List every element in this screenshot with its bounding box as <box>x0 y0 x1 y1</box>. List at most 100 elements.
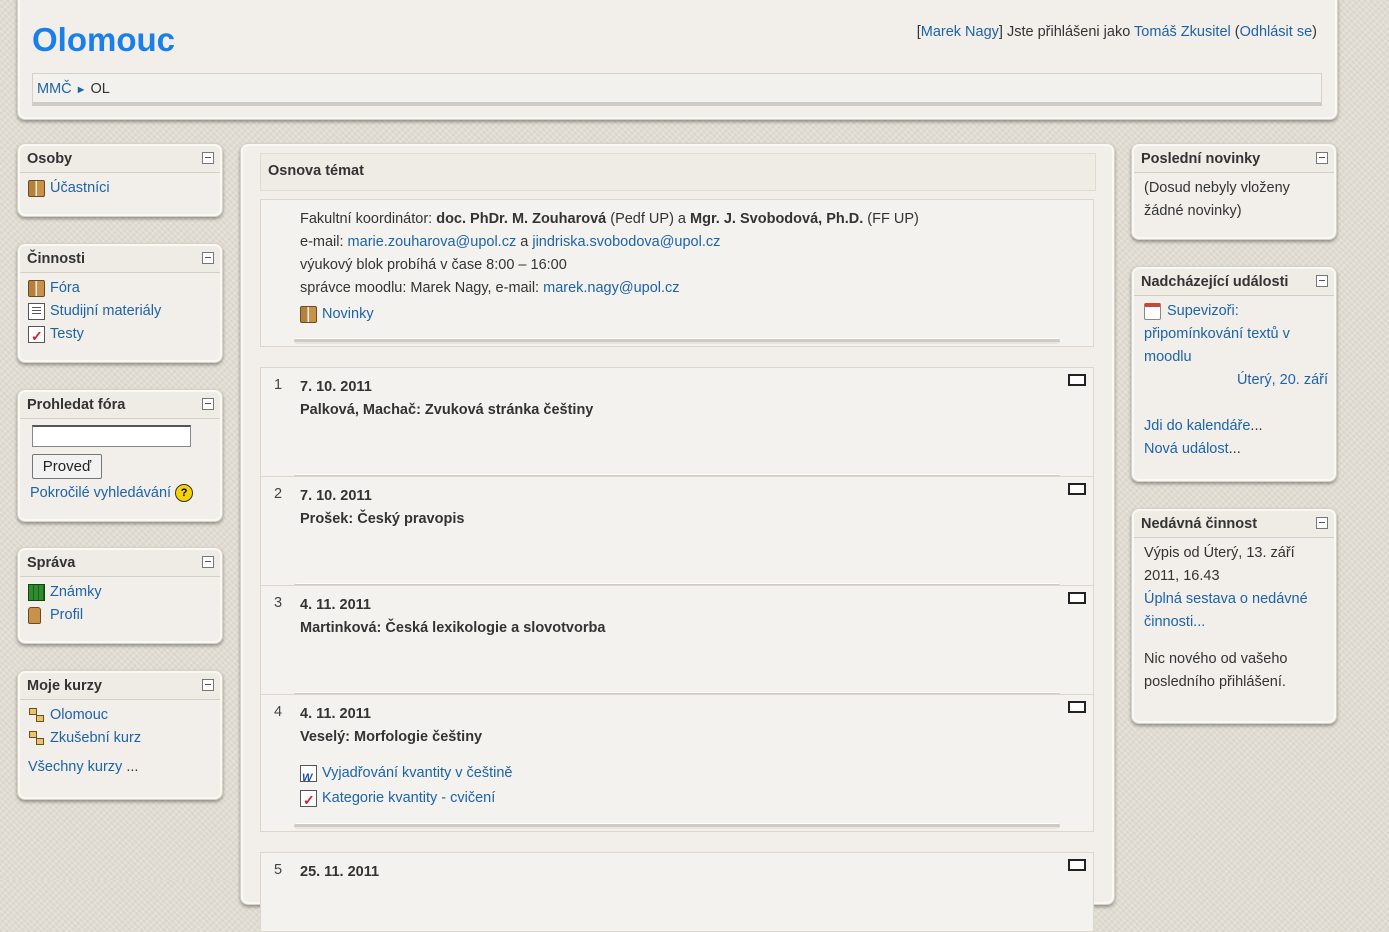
collapse-icon[interactable] <box>1316 152 1328 164</box>
news-text: (Dosud nebyly vloženy žádné novinky) <box>1144 180 1290 219</box>
course-link[interactable]: Zkušební kurz <box>50 727 141 750</box>
event-item[interactable]: Supevizoři: připomínkování textů v moodl… <box>1144 300 1328 369</box>
collapse-icon[interactable] <box>202 252 214 264</box>
course-item[interactable]: Olomouc <box>28 704 214 727</box>
block-title: Prohledat fóra <box>27 397 126 413</box>
email-line: e-mail: marie.zouharova@upol.cz a jindri… <box>300 231 1063 254</box>
participants-link[interactable]: Účastníci <box>50 177 110 200</box>
topics-title: Osnova témat <box>268 163 364 179</box>
forums-link[interactable]: Fóra <box>50 277 80 300</box>
section-date: 7. 10. 2011 <box>300 379 372 395</box>
resources-item[interactable]: Studijní materiály <box>28 300 214 323</box>
quizzes-item[interactable]: Testy <box>28 323 214 348</box>
highlight-toggle-icon[interactable] <box>1068 701 1086 713</box>
highlight-toggle-icon[interactable] <box>1068 374 1086 386</box>
recent-nothing-new: Nic nového od vašeho posledního přihláše… <box>1144 651 1288 690</box>
block-header: Nadcházející události <box>1134 269 1334 296</box>
recent-since: Výpis od Úterý, 13. září 2011, 16.43 <box>1144 545 1295 584</box>
course-item[interactable]: Zkušební kurz <box>28 727 214 750</box>
topics-header: Osnova témat <box>260 153 1096 191</box>
resource-link[interactable]: Vyjadřování kvantity v češtině <box>322 762 512 785</box>
login-paren-open: ( <box>1230 24 1240 40</box>
participants-item[interactable]: Účastníci <box>28 177 214 200</box>
section-summary: 4. 11. 2011 Veselý: Morfologie češtiny V… <box>300 703 1063 812</box>
quiz-link[interactable]: Kategorie kvantity - cvičení <box>322 787 495 810</box>
resources-link[interactable]: Studijní materiály <box>50 300 161 323</box>
logged-user-link[interactable]: Tomáš Zkusitel <box>1134 24 1231 40</box>
block-header: Prohledat fóra <box>20 392 220 419</box>
quiz-item[interactable]: Kategorie kvantity - cvičení <box>300 786 1063 812</box>
collapse-icon[interactable] <box>202 398 214 410</box>
section-1: 1 7. 10. 2011 Palková, Machač: Zvuková s… <box>260 367 1094 483</box>
highlight-toggle-icon[interactable] <box>1068 483 1086 495</box>
breadcrumb-home[interactable]: MMČ <box>37 81 72 97</box>
email-link-2[interactable]: jindriska.svobodova@upol.cz <box>532 234 720 250</box>
advanced-search-link[interactable]: Pokročilé vyhledávání <box>30 485 171 501</box>
grades-link[interactable]: Známky <box>50 581 102 604</box>
section-4: 4 4. 11. 2011 Veselý: Morfologie češtiny… <box>260 694 1094 832</box>
new-event-link-suffix: ... <box>1228 441 1241 457</box>
profile-link[interactable]: Profil <box>50 604 83 627</box>
block-title: Osoby <box>27 151 73 167</box>
all-courses-link[interactable]: Všechny kurzy <box>28 759 122 775</box>
word-document-icon <box>300 765 317 790</box>
email-and: a <box>516 234 533 250</box>
event-date-link[interactable]: Úterý, 20. září <box>1237 372 1328 388</box>
block-header: Moje kurzy <box>20 673 220 700</box>
help-icon[interactable]: ? <box>175 484 194 502</box>
grades-icon <box>28 584 45 601</box>
new-event-link[interactable]: Nová událost <box>1144 441 1229 457</box>
breadcrumb: MMČ ► OL <box>37 81 110 97</box>
admin-email-link[interactable]: marek.nagy@upol.cz <box>543 280 679 296</box>
section-number: 1 <box>274 377 283 393</box>
section-number: 4 <box>274 704 283 720</box>
site-title[interactable]: Olomouc <box>32 21 175 59</box>
block-header: Poslední novinky <box>1134 146 1334 173</box>
coordinator-1: doc. PhDr. M. Zouharová <box>436 211 607 227</box>
full-report-link[interactable]: Úplná sestava o nedávné činnosti... <box>1144 591 1308 630</box>
resource-item[interactable]: Vyjadřování kvantity v češtině <box>300 761 1063 790</box>
user-link[interactable]: Marek Nagy <box>921 24 999 40</box>
news-forum-item[interactable]: Novinky <box>300 301 1063 327</box>
forums-item[interactable]: Fóra <box>28 277 214 300</box>
login-info: [Marek Nagy] Jste přihlášeni jako Tomáš … <box>917 24 1317 40</box>
coordinators-line: Fakultní koordinátor: doc. PhDr. M. Zouh… <box>300 208 1063 231</box>
highlight-toggle-icon[interactable] <box>1068 859 1086 871</box>
block-title: Činnosti <box>27 251 85 267</box>
collapse-icon[interactable] <box>202 152 214 164</box>
course-link[interactable]: Olomouc <box>50 704 108 727</box>
collapse-icon[interactable] <box>1316 275 1328 287</box>
calendar-link[interactable]: Jdi do kalendáře <box>1144 418 1250 434</box>
logout-link[interactable]: Odhlásit se <box>1240 24 1313 40</box>
section-summary: 25. 11. 2011 <box>300 861 1063 884</box>
highlight-toggle-icon[interactable] <box>1068 592 1086 604</box>
event-link[interactable]: Supevizoři: připomínkování textů v moodl… <box>1144 303 1290 365</box>
collapse-icon[interactable] <box>202 556 214 568</box>
section-intro: Fakultní koordinátor: doc. PhDr. M. Zouh… <box>260 199 1094 347</box>
collapse-icon[interactable] <box>1316 517 1328 529</box>
calendar-link-suffix: ... <box>1250 418 1263 434</box>
grades-item[interactable]: Známky <box>28 581 214 604</box>
block-header: Nedávná činnost <box>1134 511 1334 538</box>
search-input[interactable] <box>32 425 191 447</box>
email-label: e-mail: <box>300 234 348 250</box>
section-5: 5 25. 11. 2011 <box>260 852 1094 932</box>
block-title: Nadcházející události <box>1141 274 1289 290</box>
profile-icon <box>28 607 41 624</box>
login-text: ] Jste přihlášeni jako <box>998 24 1135 40</box>
quizzes-link[interactable]: Testy <box>50 323 84 346</box>
news-forum-link[interactable]: Novinky <box>322 303 374 326</box>
section-date: 4. 11. 2011 <box>300 597 371 613</box>
profile-item[interactable]: Profil <box>28 604 214 627</box>
section-title: Prošek: Český pravopis <box>300 511 465 527</box>
section-summary: 4. 11. 2011 Martinková: Česká lexikologi… <box>300 594 1063 640</box>
section-divider <box>294 823 1060 829</box>
section-title: Veselý: Morfologie češtiny <box>300 729 483 745</box>
calendar-icon <box>1144 302 1161 320</box>
collapse-icon[interactable] <box>202 679 214 691</box>
search-submit-button[interactable]: Proveď <box>32 454 102 479</box>
email-link-1[interactable]: marie.zouharova@upol.cz <box>348 234 517 250</box>
block-title: Poslední novinky <box>1141 151 1261 167</box>
block-header: Správa <box>20 550 220 577</box>
block-header: Osoby <box>20 146 220 173</box>
